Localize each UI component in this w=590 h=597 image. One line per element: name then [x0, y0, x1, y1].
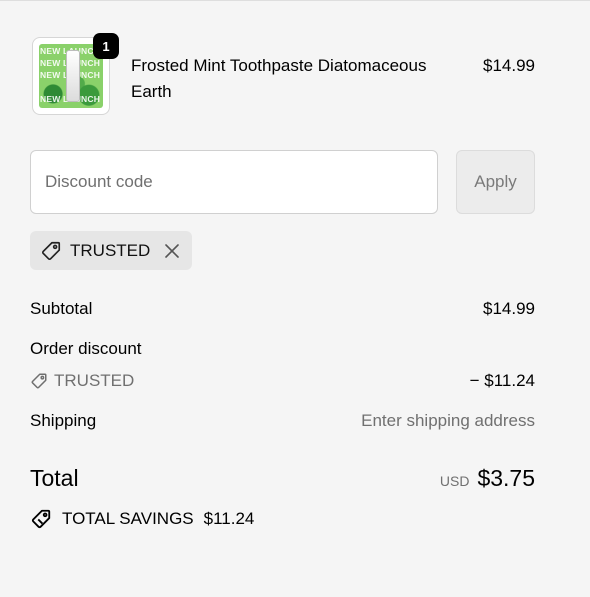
savings-tag-icon [30, 508, 52, 530]
shipping-row: Shipping Enter shipping address [30, 411, 535, 431]
subtotal-value: $14.99 [483, 299, 535, 318]
toothpaste-tube [66, 50, 80, 102]
product-price: $14.99 [483, 56, 535, 75]
applied-code-label: TRUSTED [70, 240, 151, 260]
total-label: Total [30, 465, 79, 491]
total-amount: $3.75 [477, 465, 535, 491]
apply-button[interactable]: Apply [456, 150, 535, 214]
subtotal-row: Subtotal $14.99 [30, 299, 535, 319]
discount-code-input[interactable]: Discount code [30, 150, 438, 214]
discount-code-line: TRUSTED [30, 371, 535, 391]
quantity-badge: 1 [93, 33, 119, 59]
tag-icon [40, 240, 62, 262]
discount-code-label: TRUSTED [54, 371, 135, 390]
discount-value: − $11.24 [469, 371, 535, 390]
discount-code-row: TRUSTED − $11.24 [30, 371, 535, 391]
product-name: Frosted Mint Toothpaste Diatomaceous Ear… [131, 56, 427, 101]
currency-code: USD [439, 473, 470, 489]
close-icon[interactable] [164, 243, 180, 259]
shipping-value: Enter shipping address [361, 411, 535, 430]
discount-code-placeholder: Discount code [45, 172, 153, 191]
total-savings: TOTAL SAVINGS $11.24 [30, 508, 254, 530]
order-discount-label: Order discount [30, 339, 142, 358]
line-item: NEW LAUNCH NEW LAUNCH NEW LAUNCH NEW LAU… [30, 33, 535, 123]
order-discount-row: Order discount [30, 339, 535, 359]
savings-label: TOTAL SAVINGS [62, 509, 194, 528]
total-amount-group: USD $3.75 [440, 465, 535, 492]
subtotal-label: Subtotal [30, 299, 93, 318]
applied-discount-chip: TRUSTED [30, 231, 193, 270]
tag-icon [30, 372, 48, 390]
savings-value: $11.24 [203, 509, 255, 528]
shipping-label: Shipping [30, 411, 97, 430]
